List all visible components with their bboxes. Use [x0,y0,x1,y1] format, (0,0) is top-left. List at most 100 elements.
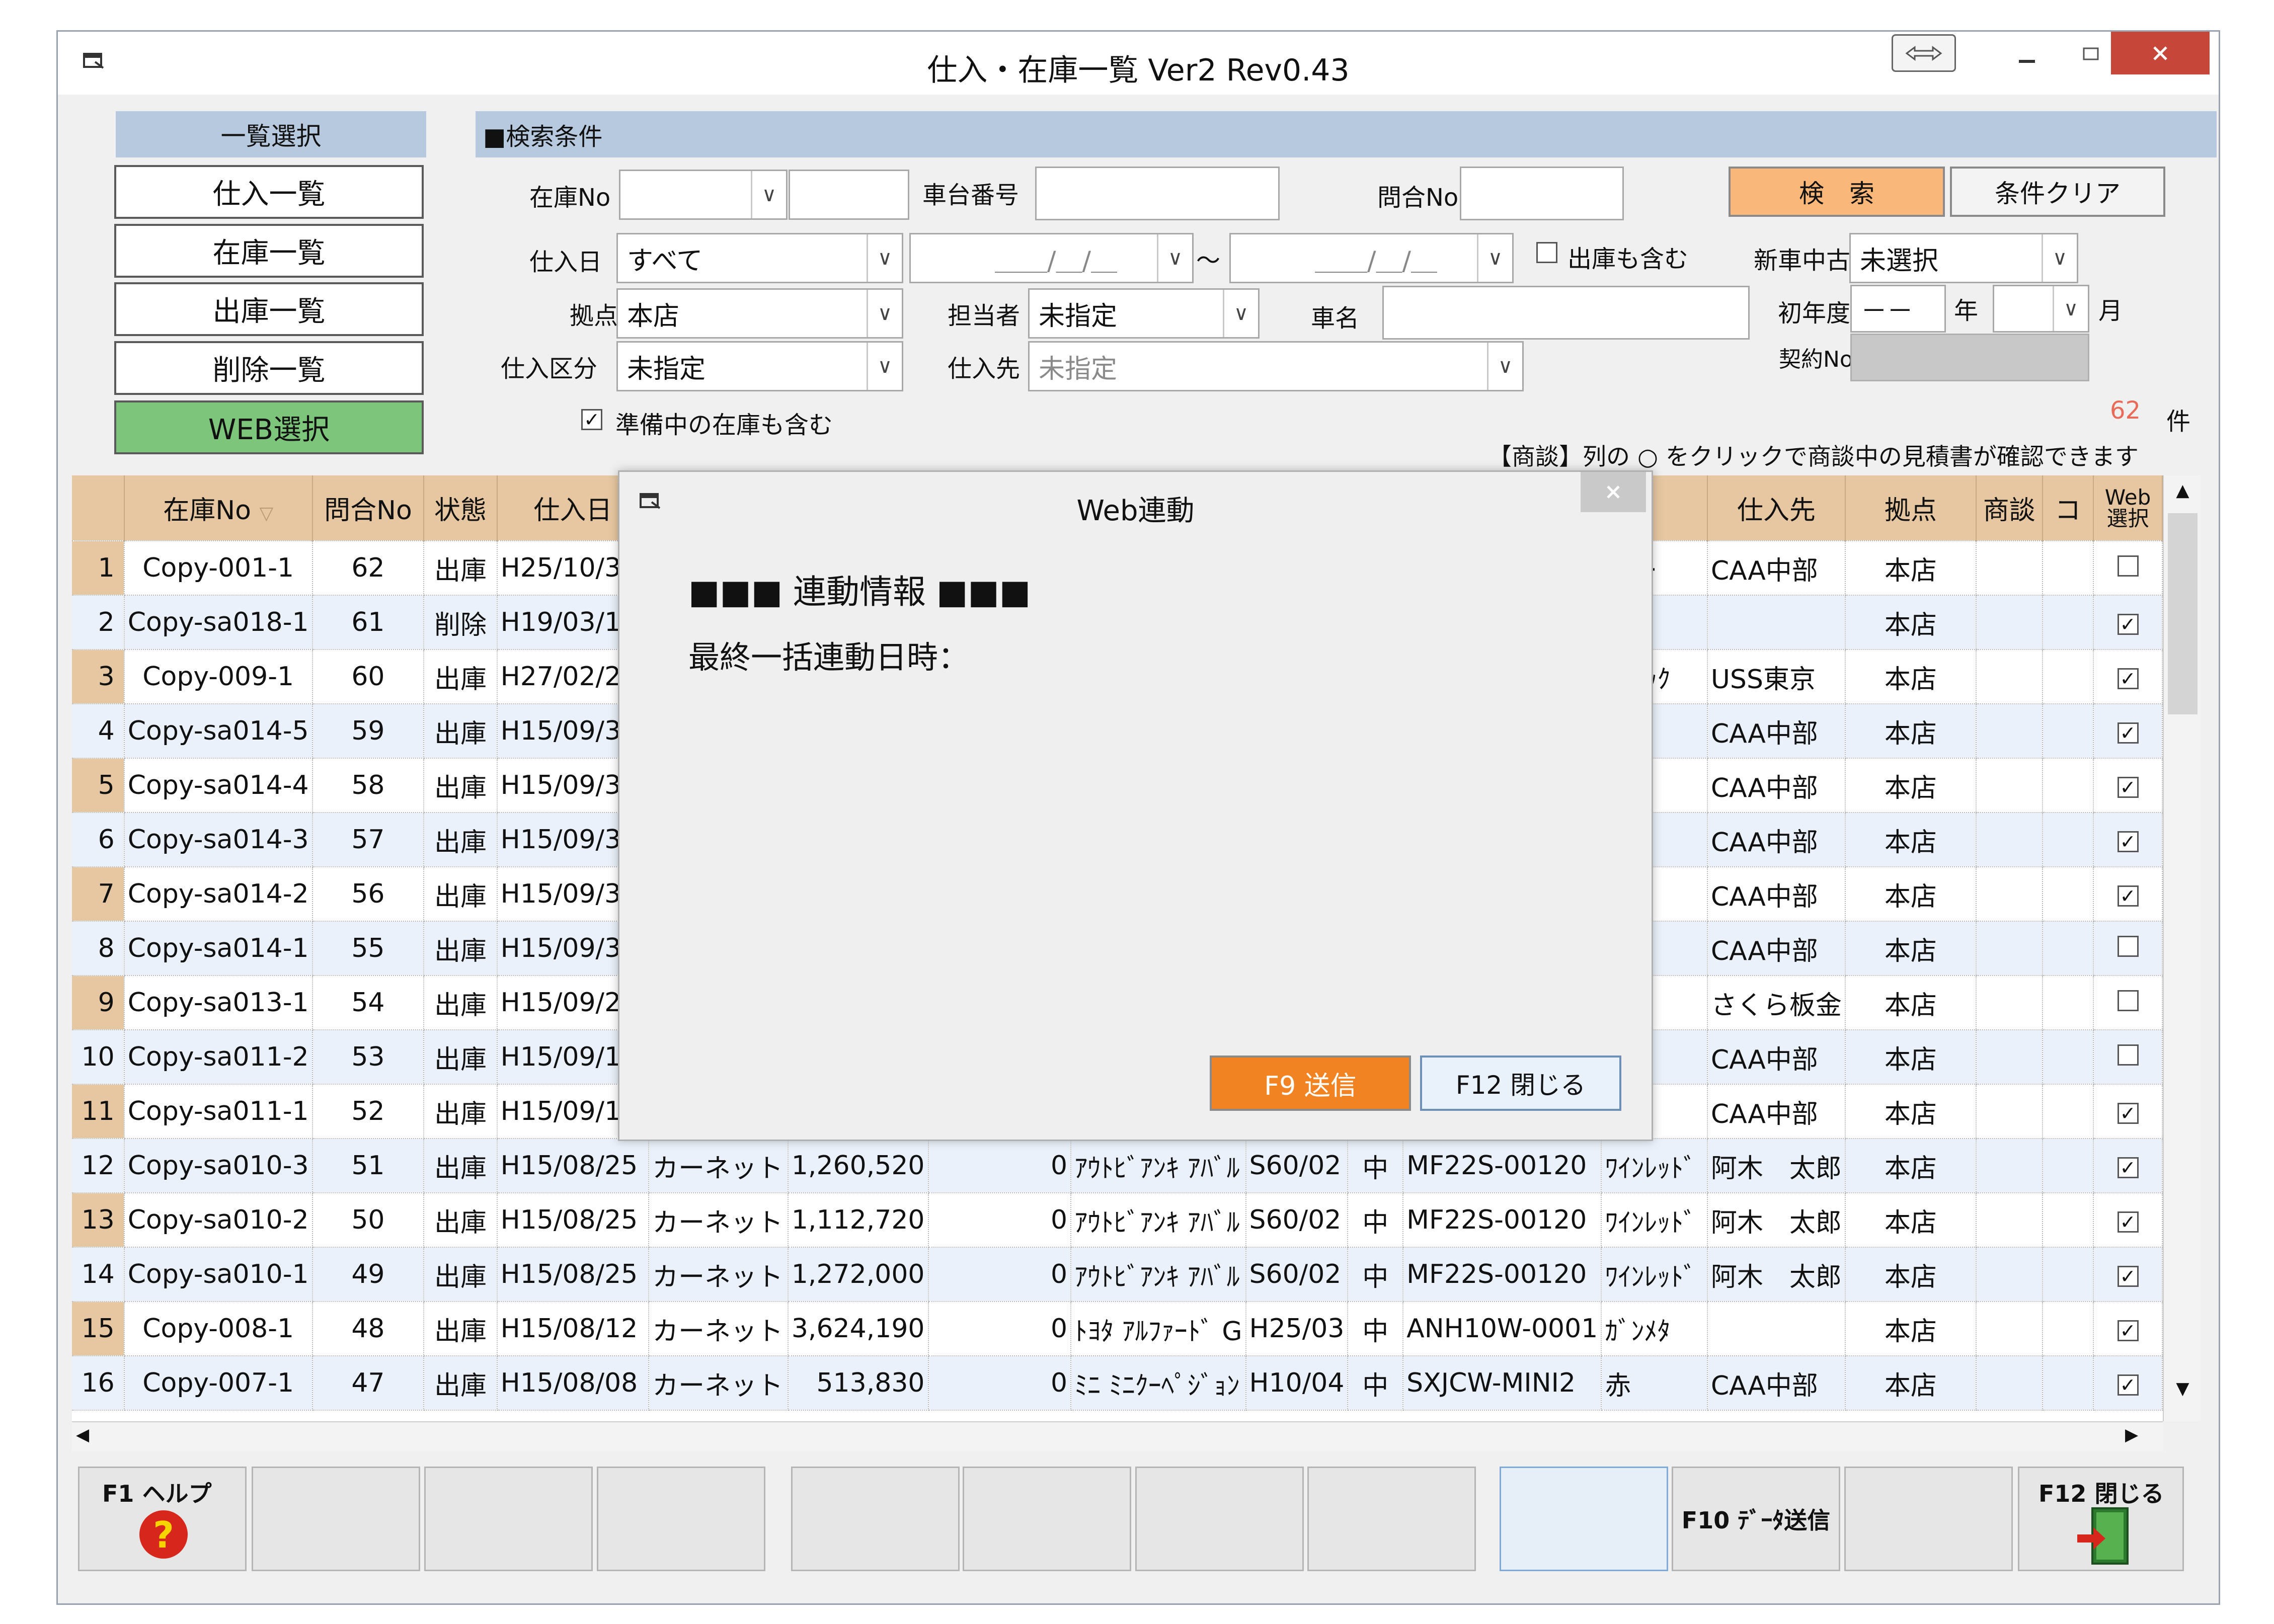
f11-key-button[interactable] [1844,1467,2013,1571]
web-select-cell[interactable]: ✓ [2093,1302,2163,1356]
web-select-cell[interactable] [2093,921,2163,976]
scroll-right-arrow[interactable]: ▶ [2125,1425,2149,1449]
include-shipped-checkbox[interactable] [1536,242,1557,263]
inquiry-no-input[interactable] [1460,167,1624,220]
web-select-cell[interactable]: ✓ [2093,1356,2163,1411]
web-select-checkbox[interactable]: ✓ [2117,722,2139,744]
web-select-checkbox[interactable]: ✓ [2117,777,2139,798]
web-select-checkbox[interactable] [2117,555,2139,577]
web-select-cell[interactable]: ✓ [2093,1084,2163,1139]
f9-send-button[interactable]: F9 送信 [1210,1055,1411,1111]
table-row[interactable]: 12 Copy-sa010-3 51 出庫 H15/08/25 カーネット 1,260,52… [72,1139,2163,1193]
web-select-cell[interactable]: ✓ [2093,813,2163,867]
date-to-input[interactable]: ＿＿/＿/＿ ∨ [1229,233,1514,283]
f10-data-send-button[interactable]: F10 ﾃﾞｰﾀ送信 [1672,1467,1840,1571]
web-select-checkbox[interactable]: ✓ [2117,614,2139,635]
f8-key-button[interactable] [1307,1467,1476,1571]
header-web-select[interactable]: Web選択 [2093,475,2163,541]
chassis-no-input[interactable] [1035,167,1280,220]
table-row[interactable]: 14 Copy-sa010-1 49 出庫 H15/08/25 カーネット 1,272,00… [72,1247,2163,1302]
header-ko[interactable]: コ [2042,475,2094,541]
web-select-cell[interactable] [2093,541,2163,596]
row-number: 15 [72,1302,125,1356]
dialog-close-button[interactable] [1581,472,1646,512]
f1-help-button[interactable]: F1 ヘルプ ? [78,1467,247,1571]
web-select-checkbox[interactable]: ✓ [2117,1103,2139,1124]
web-select-checkbox[interactable]: ✓ [2117,1157,2139,1178]
web-select-checkbox[interactable]: ✓ [2117,1320,2139,1341]
web-select-checkbox[interactable]: ✓ [2117,831,2139,852]
maximize-button[interactable] [2073,39,2108,69]
search-button[interactable]: 検 索 [1729,167,1945,217]
new-used-cell: 中 [1348,1139,1404,1193]
web-select-cell[interactable]: ✓ [2093,1247,2163,1302]
f12-close-button[interactable]: F12 閉じる [2018,1467,2184,1571]
nav-web-select-button[interactable]: WEB選択 [114,400,424,454]
minimize-button[interactable] [2009,42,2045,72]
header-status[interactable]: 状態 [424,475,498,541]
close-window-button[interactable] [2111,32,2210,74]
nav-shipped-list-button[interactable]: 出庫一覧 [114,282,424,336]
web-select-cell[interactable]: ✓ [2093,704,2163,759]
web-select-cell[interactable]: ✓ [2093,867,2163,922]
nav-purchase-list-button[interactable]: 仕入一覧 [114,165,424,219]
branch-select[interactable]: 本店 ∨ [616,288,903,339]
table-row[interactable]: 15 Copy-008-1 48 出庫 H15/08/12 カーネット 3,624,190 0… [72,1302,2163,1356]
web-select-cell[interactable]: ✓ [2093,1193,2163,1248]
include-preparing-checkbox[interactable]: ✓ [581,409,602,430]
header-inquiry-no[interactable]: 問合No [312,475,425,541]
purchase-date-select[interactable]: すべて ∨ [616,233,903,283]
web-select-cell[interactable] [2093,976,2163,1030]
web-select-checkbox[interactable] [2117,990,2139,1011]
car-name-input[interactable] [1382,286,1750,340]
f9-key-button[interactable] [1500,1467,1668,1571]
web-select-cell[interactable]: ✓ [2093,1139,2163,1193]
horizontal-scrollbar[interactable]: ◀ ▶ [72,1421,2163,1451]
restore-size-button[interactable] [1892,34,1956,72]
table-row[interactable]: 13 Copy-sa010-2 50 出庫 H15/08/25 カーネット 1,112,72… [72,1193,2163,1248]
web-select-cell[interactable] [2093,1030,2163,1085]
color-cell: ﾜｲﾝﾚｯﾄﾞ [1601,1193,1708,1248]
date-from-input[interactable]: ＿＿/＿/＿ ∨ [909,233,1194,283]
row-number: 11 [72,1084,125,1139]
scroll-thumb[interactable] [2168,513,2198,714]
nav-inventory-list-button[interactable]: 在庫一覧 [114,224,424,278]
scroll-down-arrow[interactable]: ▼ [2169,1378,2197,1406]
f5-key-button[interactable] [791,1467,960,1571]
month-select[interactable]: ∨ [1993,285,2089,333]
f12-dialog-close-button[interactable]: F12 閉じる [1420,1055,1621,1111]
f3-key-button[interactable] [424,1467,593,1571]
web-select-checkbox[interactable]: ✓ [2117,1374,2139,1396]
nav-deleted-list-button[interactable]: 削除一覧 [114,341,424,395]
staff-select[interactable]: 未指定 ∨ [1028,288,1260,339]
web-select-checkbox[interactable] [2117,1044,2139,1066]
web-select-checkbox[interactable]: ✓ [2117,885,2139,907]
web-select-checkbox[interactable] [2117,936,2139,957]
f4-key-button[interactable] [597,1467,765,1571]
supplier-select[interactable]: 未指定 ∨ [1028,341,1524,391]
header-branch[interactable]: 拠点 [1845,475,1977,541]
web-select-checkbox[interactable]: ✓ [2117,1266,2139,1287]
f6-key-button[interactable] [963,1467,1131,1571]
web-select-checkbox[interactable]: ✓ [2117,668,2139,689]
stock-no-prefix-select[interactable]: ∨ [619,170,788,220]
header-negotiation[interactable]: 商談 [1976,475,2043,541]
f2-key-button[interactable] [252,1467,420,1571]
clear-conditions-button[interactable]: 条件クリア [1950,167,2165,217]
table-row[interactable]: 16 Copy-007-1 47 出庫 H15/08/08 カーネット 513,830 0 ﾐﾆ… [72,1356,2163,1411]
first-registration-year-input[interactable]: －－ [1850,285,1946,333]
web-select-checkbox[interactable]: ✓ [2117,1211,2139,1233]
web-select-cell[interactable]: ✓ [2093,595,2163,650]
purchase-type-select[interactable]: 未指定 ∨ [616,341,903,391]
stock-no-input[interactable] [789,170,909,220]
web-select-cell[interactable]: ✓ [2093,758,2163,813]
header-supplier[interactable]: 仕入先 [1707,475,1846,541]
f7-key-button[interactable] [1135,1467,1304,1571]
header-stock-no[interactable]: 在庫No ▽ [124,475,313,541]
branch-cell: 本店 [1845,976,1977,1030]
vertical-scrollbar[interactable]: ▲ ▼ [2163,475,2201,1421]
scroll-left-arrow[interactable]: ◀ [76,1425,100,1449]
new-used-select[interactable]: 未選択 ∨ [1849,233,2078,283]
scroll-up-arrow[interactable]: ▲ [2169,480,2197,508]
web-select-cell[interactable]: ✓ [2093,649,2163,704]
